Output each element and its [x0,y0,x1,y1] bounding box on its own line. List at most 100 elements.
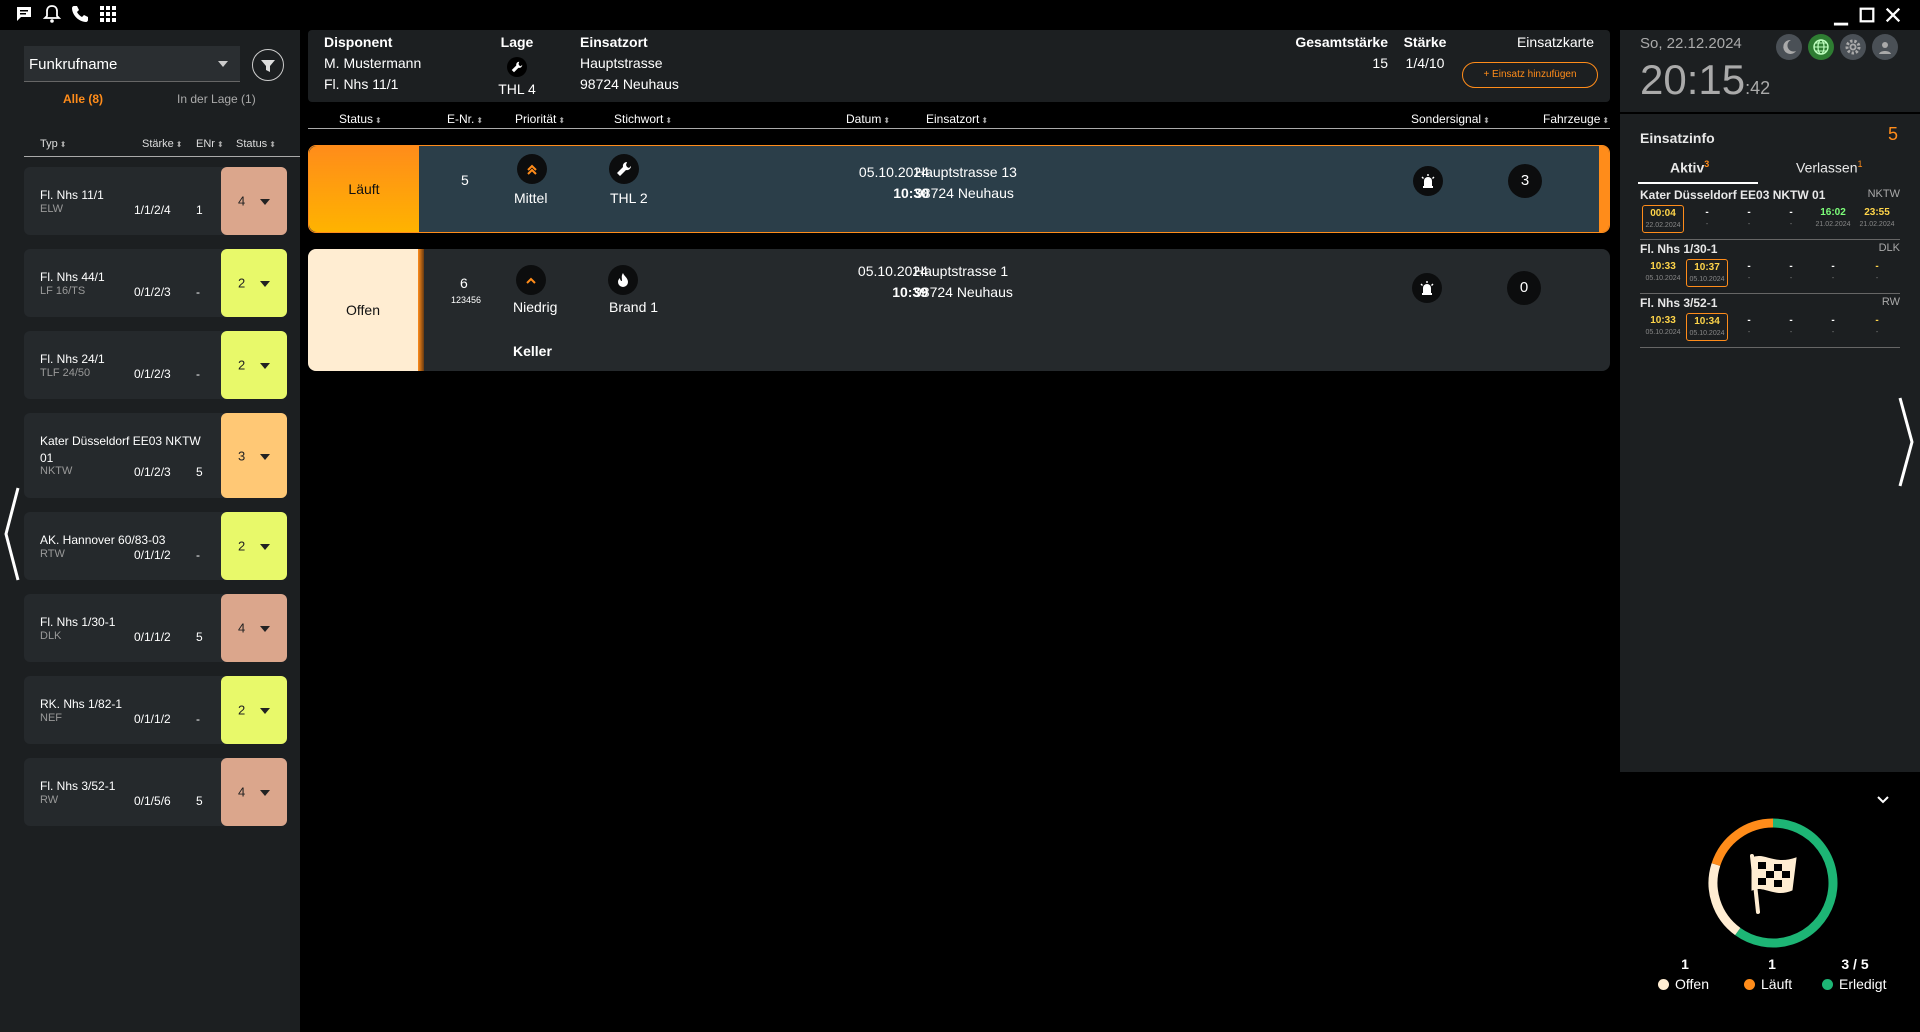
fahrzeuge-count[interactable]: 0 [1507,271,1541,305]
message-icon[interactable] [14,4,36,26]
status-dropdown[interactable]: 2 [221,676,287,744]
status-accent [418,249,424,371]
status-cell[interactable]: Läuft [309,146,419,232]
unit-card[interactable]: Fl. Nhs 1/30-1 DLK 0/1/1/2 5 4 [24,594,287,662]
unit-card[interactable]: Fl. Nhs 24/1 TLF 24/50 0/1/2/3 - 2 [24,331,287,399]
info-panel: So, 22.12.2024 20:15:42 Einsatzinfo 5 Ak… [1620,30,1920,772]
chevron-down-icon [260,453,270,460]
chevron-down-icon[interactable] [1877,795,1889,805]
fahrzeuge-count[interactable]: 3 [1508,164,1542,198]
moon-icon[interactable] [1776,34,1802,60]
unit-type: DLK [40,630,62,642]
dot-icon [1744,979,1755,990]
gear-icon[interactable] [1840,34,1866,60]
col-typ[interactable]: Typ ⬍ [40,138,66,150]
unit-type: LF 16/TS [40,285,86,297]
einsatz-entry[interactable]: Kater Düsseldorf EE03 NKTW 01 NKTW 00:04 22… [1620,188,1920,240]
col-enr[interactable]: ENr ⬍ [196,138,224,150]
close-icon[interactable] [1882,4,1904,26]
time-cell: 10:33 05.10.2024 [1645,315,1681,336]
status-dropdown[interactable]: 4 [221,167,287,235]
einsatz-entry[interactable]: Fl. Nhs 3/52-1 RW 10:33 05.10.2024 10:34 05.1… [1620,296,1920,348]
status-dropdown[interactable]: 4 [221,758,287,826]
unit-enr: 1 [196,203,203,217]
col-sondersignal[interactable]: Sondersignal ⬍ [1411,112,1490,126]
time-cell: 16:02 21.02.2024 [1815,207,1851,228]
bell-icon[interactable] [42,4,64,26]
maximize-icon[interactable] [1856,4,1878,26]
status-label: Läuft [348,181,380,197]
wrench-icon [609,154,639,184]
globe-icon[interactable] [1808,34,1834,60]
status-dropdown[interactable]: 2 [221,331,287,399]
col-status[interactable]: Status ⬍ [339,112,382,126]
time-cell: -- [1747,207,1751,228]
unit-card[interactable]: Kater Düsseldorf EE03 NKTW 01 NKTW 0/1/2/3… [24,413,287,498]
stichwort-label: THL 2 [610,190,648,206]
status-value: 4 [238,784,246,800]
grid-icon[interactable] [98,4,120,26]
status-value: 3 [238,448,246,463]
col-einsatzort[interactable]: Einsatzort ⬍ [926,112,988,126]
einsatzort-block: Einsatzort Hauptstrasse 98724 Neuhaus [580,34,679,92]
col-prioritaet[interactable]: Priorität ⬍ [515,112,565,126]
unit-name: Kater Düsseldorf EE03 NKTW 01 [40,434,201,465]
gesamtstaerke-block: Gesamtstärke 15 [1295,34,1388,71]
top-bar: ▁ [0,0,1920,30]
sort-icon: ⬍ [558,116,566,125]
sort-icon: ⬍ [883,116,891,125]
chevron-down-icon [260,544,270,550]
user-icon[interactable] [1872,34,1898,60]
add-mission-button[interactable]: + Einsatz hinzufügen [1462,62,1598,88]
info-count: 5 [1888,124,1899,144]
col-staerke[interactable]: Stärke ⬍ [142,138,183,150]
unit-card[interactable]: Fl. Nhs 44/1 LF 16/TS 0/1/2/3 - 2 [24,249,287,317]
unit-name: AK. Hannover 60/83-03 [40,533,166,547]
col-enr[interactable]: E-Nr. ⬍ [447,112,483,126]
filter-button[interactable] [252,49,284,81]
sort-select[interactable]: Funkrufname [24,46,240,82]
enr: 5 [461,172,469,188]
chevron-left-icon[interactable] [2,484,22,584]
status-dropdown[interactable]: 3 [221,413,287,498]
chevron-right-icon[interactable] [1896,394,1916,490]
unit-card[interactable]: Fl. Nhs 3/52-1 RW 0/1/5/6 5 4 [24,758,287,826]
date-display: So, 22.12.2024 [1640,35,1742,52]
tab-in-der-lage[interactable]: In der Lage (1) [177,92,256,106]
divider [24,156,300,157]
disponent-block: Disponent M. Mustermann Fl. Nhs 11/1 [324,34,422,92]
tab-aktiv[interactable]: Aktiv3 [1670,159,1709,176]
einsatzkarte-label: Einsatzkarte [1516,34,1594,50]
dot-icon [1658,979,1669,990]
status-value: 2 [238,702,246,718]
unit-card[interactable]: Fl. Nhs 11/1 ELW 1/1/2/4 1 4 [24,167,287,235]
time: 10:39 [892,284,928,300]
siren-icon[interactable] [1413,166,1443,196]
tab-alle[interactable]: Alle (8) [63,92,103,106]
phone-icon[interactable] [70,4,92,26]
status-value: 4 [238,193,246,209]
mission-row[interactable]: Offen 6 123456 Niedrig Brand 1 05.10.2024 10:3… [308,249,1610,371]
siren-icon[interactable] [1412,273,1442,303]
chevron-down-icon [218,61,228,67]
unit-card[interactable]: AK. Hannover 60/83-03 RTW 0/1/1/2 - 2 [24,512,287,580]
time-cell: 10:37 05.10.2024 [1686,259,1728,287]
status-dropdown[interactable]: 2 [221,249,287,317]
einsatz-entry[interactable]: Fl. Nhs 1/30-1 DLK 10:33 05.10.2024 10:37 05.… [1620,242,1920,294]
mission-row[interactable]: Läuft 5 Mittel THL 2 05.10.2024 10:30 Hauptstr… [308,145,1610,233]
col-fahrzeuge[interactable]: Fahrzeuge ⬍ [1543,112,1609,126]
status-cell[interactable]: Offen [308,249,418,371]
chevron-down-icon [260,199,270,205]
time-cell: -- [1831,315,1835,336]
col-stichwort[interactable]: Stichwort ⬍ [614,112,672,126]
unit-card[interactable]: RK. Nhs 1/82-1 NEF 0/1/1/2 - 2 [24,676,287,744]
tab-verlassen[interactable]: Verlassen1 [1796,159,1863,176]
status-value: 4 [238,620,246,636]
status-accent [1599,146,1609,232]
status-dropdown[interactable]: 2 [221,512,287,580]
status-dropdown[interactable]: 4 [221,594,287,662]
col-status[interactable]: Status ⬍ [236,138,276,150]
city: 98724 Neuhaus [914,284,1013,300]
minimize-icon[interactable]: ▁ [1830,4,1852,26]
col-datum[interactable]: Datum ⬍ [846,112,890,126]
